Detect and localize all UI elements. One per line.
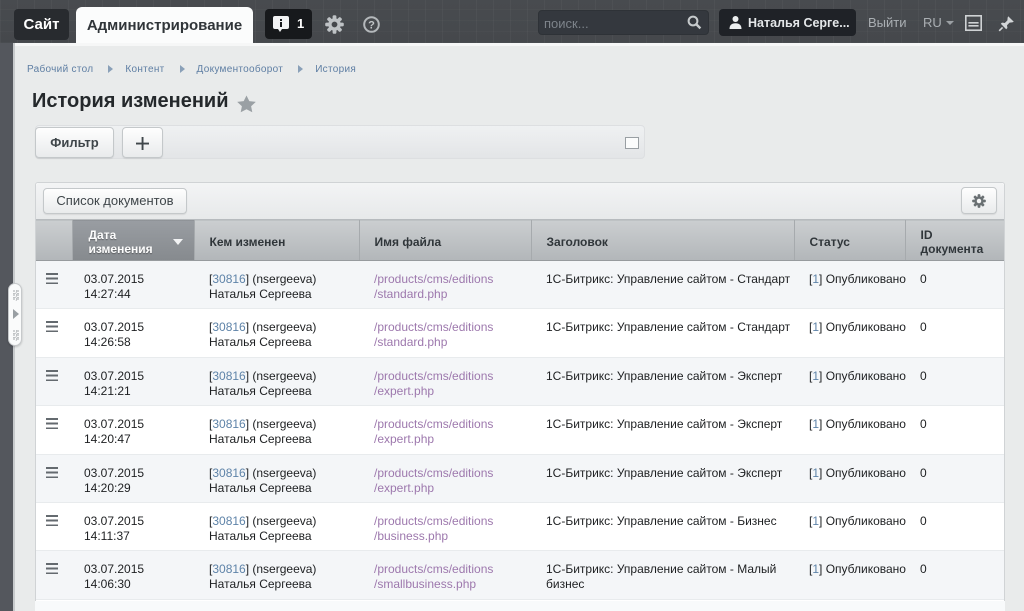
svg-text:?: ? [368,19,375,31]
